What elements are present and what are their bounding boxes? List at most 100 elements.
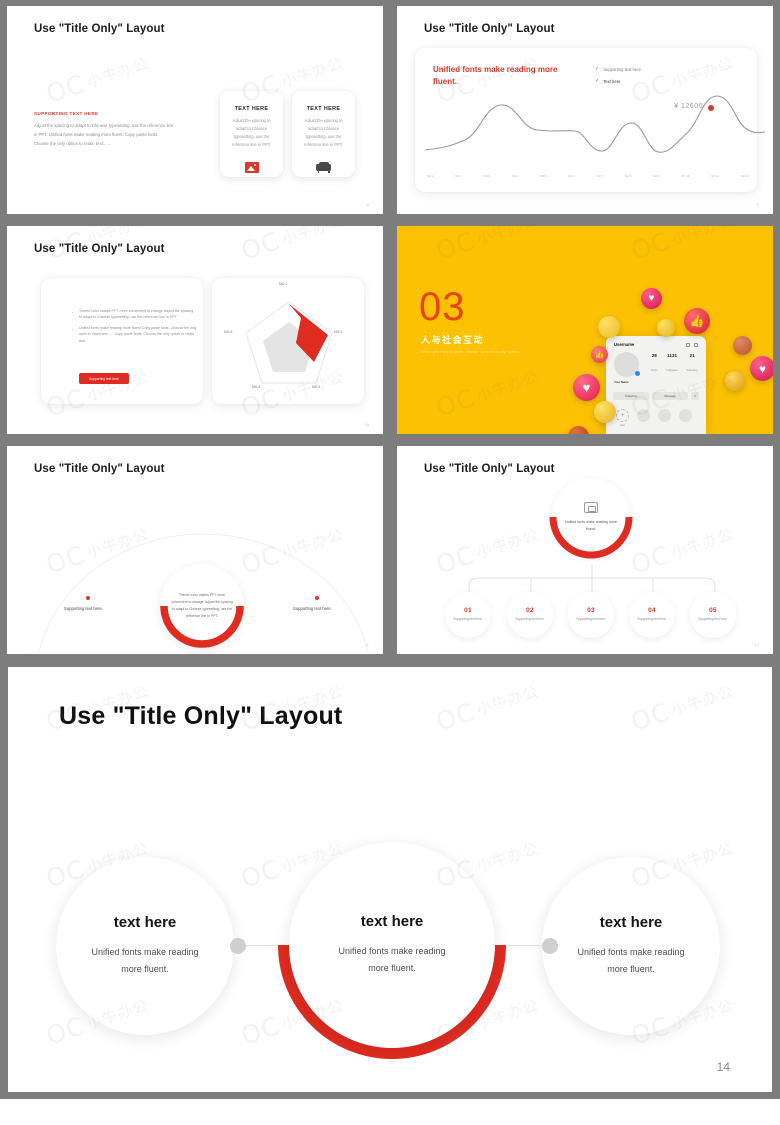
axis-tick: NO.12	[740, 174, 749, 178]
feature-card-1[interactable]: TEXT HERE Adjust the spacing to adapt to…	[220, 91, 283, 177]
large-slide-preview[interactable]: Use "Title Only" Layout text here Unifie…	[0, 660, 780, 1099]
stat-item: 1131 Followers	[667, 353, 678, 376]
legend-item: ✓ Supporting text here	[595, 66, 641, 72]
story-add[interactable]: + New	[616, 409, 629, 427]
supporting-button[interactable]: Supporting text here	[79, 373, 129, 384]
big-circle-left[interactable]: text here Unified fonts make reading mor…	[56, 857, 234, 1035]
connector-dot	[542, 938, 558, 954]
item-text: Supporting text here.	[453, 617, 483, 622]
large-slide-page-number: 14	[716, 1060, 730, 1074]
section-heading-en: When you copy & paste, choose "keep text…	[421, 349, 521, 354]
emoji-heart-icon: ♥	[573, 374, 600, 401]
chart-heading: Unified fonts make reading more fluent.	[433, 65, 558, 87]
item-text: Supporting text here.	[637, 617, 667, 622]
big-circle-right[interactable]: text here Unified fonts make reading mor…	[542, 857, 720, 1035]
emoji-smiley-icon	[733, 336, 752, 355]
image-icon	[244, 161, 259, 173]
circle-text: Unified fonts make reading more fluent.	[91, 947, 199, 974]
more-button[interactable]: ▾	[691, 392, 699, 400]
radar-label: NO.3	[312, 385, 321, 389]
phone-profile: 28 Posts 1131 Followers 21 Following	[606, 347, 706, 377]
slide-thumbnail-4[interactable]: 03 人与社会互动 When you copy & paste, choose …	[390, 220, 780, 440]
timeline-node	[86, 596, 90, 600]
page-title: Use "Title Only" Layout	[34, 463, 165, 475]
phone-stories: + New	[606, 400, 706, 427]
card-text: Adjust the spacing to adapt to Chinese t…	[304, 118, 343, 147]
card-text: Adjust the spacing to adapt to Chinese t…	[232, 118, 271, 147]
item-circle-3[interactable]: 03 Supporting text here.	[568, 592, 614, 638]
emoji-heart-icon: ♥	[750, 356, 773, 381]
timeline-node	[315, 596, 319, 600]
circle-text: Unified fonts make reading more fluent.	[338, 946, 446, 973]
stat-label: Followers	[666, 369, 678, 372]
item-number: 02	[526, 607, 534, 615]
emoji-thumbsup-icon: 👍	[684, 308, 710, 334]
item-circle-2[interactable]: 02 Supporting text here.	[507, 592, 553, 638]
axis-tick: NO.7	[596, 174, 604, 178]
story-item[interactable]	[679, 409, 692, 422]
slide-5-canvas: Use "Title Only" Layout Theme color make…	[7, 446, 383, 654]
page-number: 11	[364, 642, 369, 647]
axis-tick: NO.8	[624, 174, 632, 178]
slide-1-canvas: Use "Title Only" Layout SUPPORTING TEXT …	[7, 6, 383, 214]
follow-button[interactable]: Following	[613, 392, 649, 400]
circle-heading: text here	[360, 913, 424, 931]
legend-label: Text here	[603, 78, 621, 84]
legend-item: ✓ Text here	[595, 78, 641, 84]
emoji-smiley-icon	[594, 401, 616, 423]
supporting-heading: SUPPORTING TEXT HERE	[34, 111, 99, 116]
axis-tick: NO.4	[511, 174, 519, 178]
check-icon: ✓	[595, 78, 600, 84]
card-heading: TEXT HERE	[234, 106, 269, 112]
chart-card: Unified fonts make reading more fluent. …	[415, 48, 765, 192]
axis-tick: NO.3	[483, 174, 491, 178]
stat-value: 1131	[667, 353, 678, 358]
emoji-thumbsup-icon: 👍	[591, 346, 608, 363]
item-circle-4[interactable]: 04 Supporting text here.	[629, 592, 675, 638]
axis-tick: NO.9	[653, 174, 660, 178]
axis-tick: NO.1	[427, 174, 434, 178]
item-circle-1[interactable]: 01 Supporting text here.	[445, 592, 491, 638]
item-circle-5[interactable]: 05 Supporting text here.	[690, 592, 736, 638]
axis-tick: NO.10	[681, 174, 690, 178]
stat-label: Posts	[651, 369, 658, 372]
emoji-heart-icon: ♥	[641, 288, 662, 309]
emoji-smiley-icon	[598, 316, 620, 338]
item-text: Supporting text here.	[515, 617, 545, 622]
bullet-card: Theme color makes PPT more convenient to…	[41, 278, 203, 404]
slide-thumbnail-1[interactable]: Use "Title Only" Layout SUPPORTING TEXT …	[0, 0, 390, 220]
story-item[interactable]	[637, 409, 650, 422]
phone-mockup: Username 28 Posts 1131 Followers 21 Followi…	[606, 336, 706, 434]
slide-thumbnail-5[interactable]: Use "Title Only" Layout Theme color make…	[0, 440, 390, 660]
story-item[interactable]	[658, 409, 671, 422]
supporting-body: Adjust the spacing to adapt to Chinese t…	[34, 123, 174, 146]
slide-thumbnail-6[interactable]: Use "Title Only" Layout Unified fonts ma…	[390, 440, 780, 660]
slide-thumbnail-3[interactable]: Use "Title Only" Layout Theme color make…	[0, 220, 390, 440]
stat-item: 21 Following	[687, 353, 698, 376]
stat-label: Following	[686, 369, 698, 372]
plus-icon: +	[616, 409, 629, 422]
page-title: Use "Title Only" Layout	[34, 243, 165, 255]
chart-legend: ✓ Supporting text here ✓ Text here	[595, 66, 641, 90]
section-number: 03	[419, 285, 466, 329]
item-number: 01	[464, 607, 472, 615]
page-number: 10	[364, 422, 369, 427]
feature-card-2[interactable]: TEXT HERE Adjust the spacing to adapt to…	[292, 91, 355, 177]
phone-profile-name: Your Name	[614, 380, 629, 384]
section-heading-cn: 人与社会互动	[421, 335, 485, 345]
large-slide-title: Use "Title Only" Layout	[59, 702, 343, 730]
bullet-item: Unified fonts make reading more fluent.C…	[71, 323, 197, 344]
circle-heading: text here	[599, 914, 663, 932]
slide-deck: Use "Title Only" Layout SUPPORTING TEXT …	[0, 0, 780, 660]
node-label: Supporting text here.	[293, 606, 332, 611]
slide-thumbnail-2[interactable]: Use "Title Only" Layout Unified fonts ma…	[390, 0, 780, 220]
phone-username: Username	[614, 342, 635, 347]
message-button[interactable]: Message	[652, 392, 688, 400]
big-circle-center[interactable]: text here Unified fonts make reading mor…	[289, 842, 495, 1048]
thumbnail-row-1: Use "Title Only" Layout SUPPORTING TEXT …	[0, 0, 780, 220]
radar-label: NO.1	[279, 282, 288, 286]
emoji-smiley-icon	[725, 371, 745, 391]
hub-arc	[549, 516, 633, 559]
page-title: Use "Title Only" Layout	[424, 23, 555, 35]
chart-x-axis: NO.1 NO.2 NO.3 NO.4 NO.5 NO.6 NO.7 NO.8 NO.9…	[427, 174, 749, 178]
